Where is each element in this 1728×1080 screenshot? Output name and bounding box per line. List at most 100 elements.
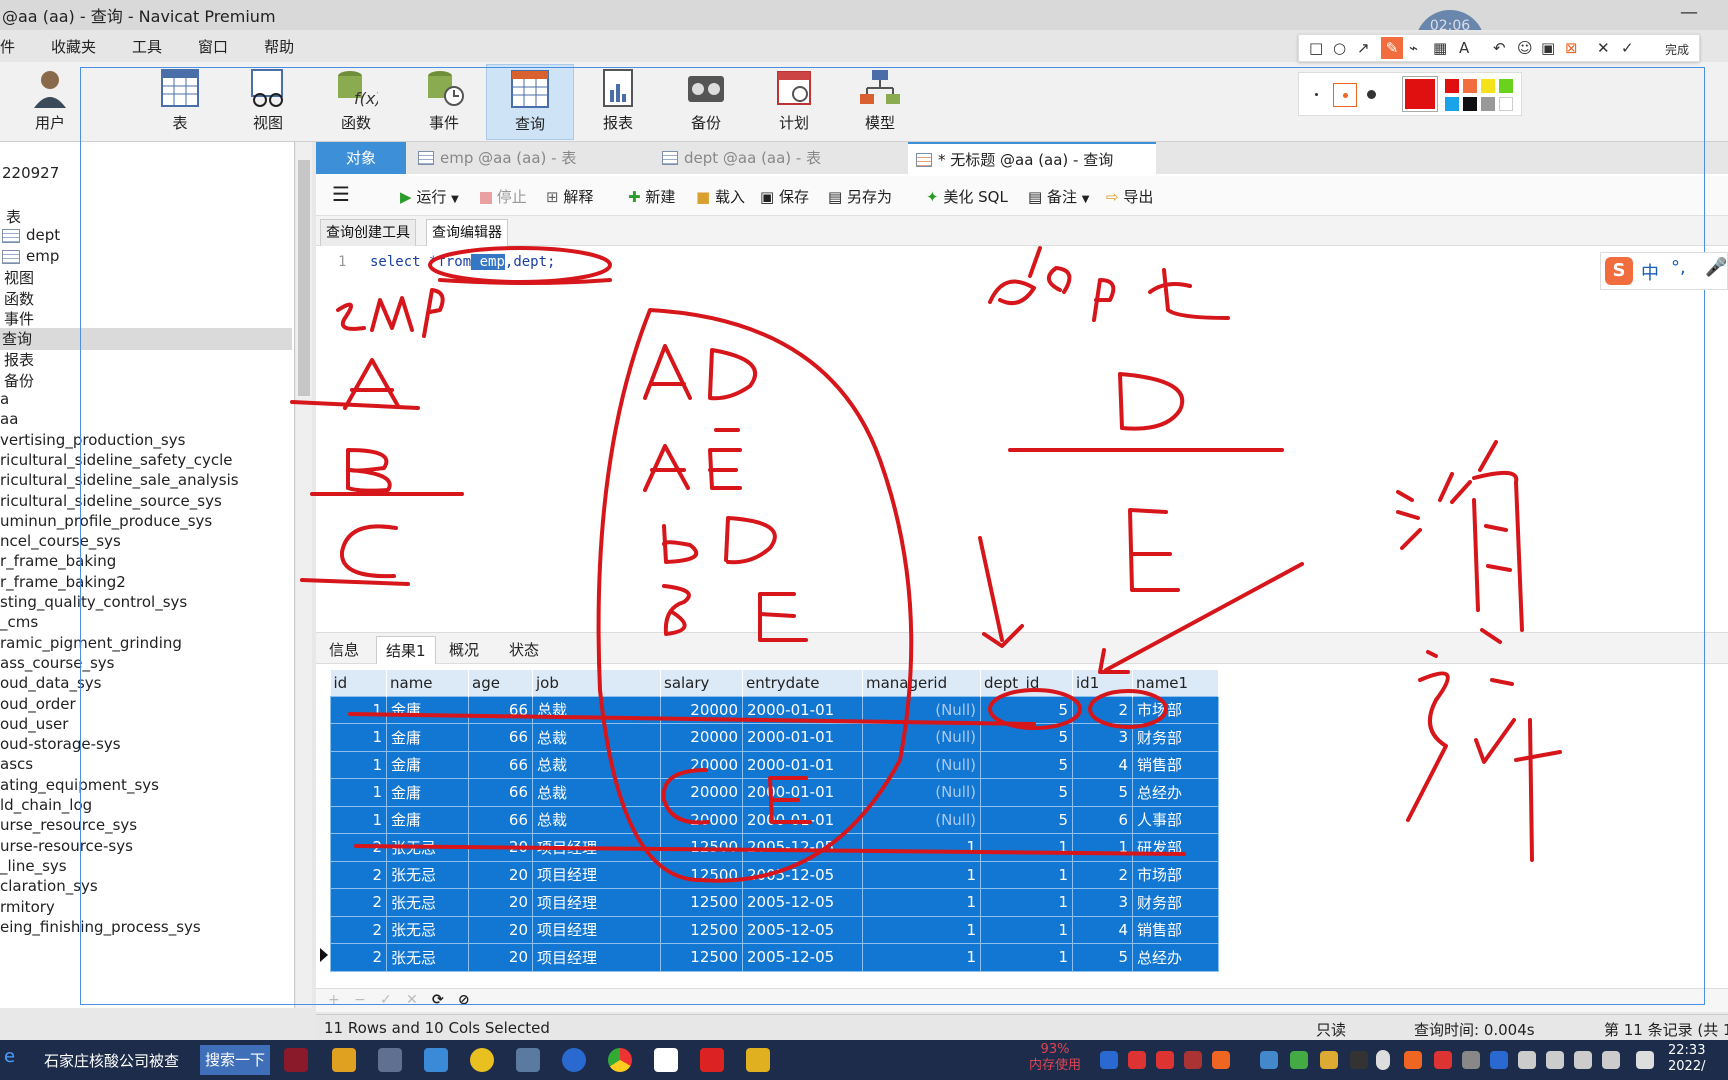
cell-job[interactable]: 总裁 [532, 805, 661, 834]
tray-icon[interactable] [1546, 1051, 1564, 1069]
cell-name[interactable]: 金庸 [386, 723, 469, 752]
table-row[interactable]: 2 张无忌 20 项目经理 12500 2005-12-05 1 1 4 销售部 [330, 915, 1219, 944]
cell-dept-id[interactable]: 5 [980, 778, 1073, 807]
cell-id[interactable]: 2 [330, 888, 387, 917]
cell-id1[interactable]: 2 [1072, 860, 1133, 889]
tree-database-item[interactable]: oud_data_sys [0, 674, 102, 696]
tool-report[interactable]: 报表 [574, 64, 662, 140]
start-edge-icon[interactable]: e [4, 1046, 15, 1067]
cell-name1[interactable]: 销售部 [1132, 915, 1219, 944]
cell-age[interactable]: 20 [468, 943, 533, 972]
color-red[interactable] [1445, 79, 1459, 93]
cell-salary[interactable]: 12500 [660, 943, 743, 972]
taskbar-search-button[interactable]: 搜索一下 [200, 1045, 270, 1075]
cell-entrydate[interactable]: 2005-12-05 [742, 915, 863, 944]
refresh-button[interactable]: ⟳ [432, 992, 444, 1008]
connection-name[interactable]: 220927 [2, 164, 59, 186]
sql-code[interactable]: select *from emp,dept; [370, 254, 555, 270]
app-icon[interactable] [332, 1048, 356, 1072]
cell-name1[interactable]: 研发部 [1132, 833, 1219, 862]
cell-age[interactable]: 20 [468, 888, 533, 917]
cell-id1[interactable]: 5 [1072, 943, 1133, 972]
tree-database-item[interactable]: vertising_production_sys [0, 431, 185, 453]
app-icon[interactable] [470, 1048, 494, 1072]
file-explorer-icon[interactable] [424, 1048, 448, 1072]
tree-reports[interactable]: 报表 [4, 349, 34, 371]
new-button[interactable]: ✚ 新建 [628, 186, 675, 207]
cell-job[interactable]: 项目经理 [532, 915, 661, 944]
sogou-logo-icon[interactable]: S [1605, 257, 1633, 285]
cell-age[interactable]: 66 [468, 750, 533, 779]
discard-button[interactable]: ✕ [406, 992, 418, 1008]
arrow-tool-icon[interactable]: ↗ [1357, 39, 1370, 57]
table-row[interactable]: 1 金庸 66 总裁 20000 2000-01-01 (Null) 5 3 财务部 [330, 723, 1219, 752]
tray-icon[interactable] [1320, 1051, 1338, 1069]
col-dept-id[interactable]: dept_id [980, 670, 1073, 696]
tree-scroll-thumb[interactable] [298, 160, 310, 396]
tree-database-item[interactable]: uminun_profile_produce_sys [0, 512, 212, 534]
table-row[interactable]: 1 金庸 66 总裁 20000 2000-01-01 (Null) 5 5 总经办 [330, 778, 1219, 807]
col-age[interactable]: age [468, 670, 533, 696]
beautify-sql-button[interactable]: ✦ 美化 SQL [926, 186, 1008, 207]
tree-events[interactable]: 事件 [4, 308, 34, 330]
cell-job[interactable]: 总裁 [532, 695, 661, 724]
tree-queries[interactable]: 查询 [0, 328, 292, 350]
table-row[interactable]: 2 张无忌 20 项目经理 12500 2005-12-05 1 1 2 市场部 [330, 860, 1219, 889]
tree-database-item[interactable]: aa [0, 410, 18, 432]
tool-model[interactable]: 模型 [836, 64, 924, 140]
tab-info[interactable]: 信息 [320, 636, 368, 664]
tool-query[interactable]: 查询 [486, 64, 574, 140]
cell-id[interactable]: 1 [330, 723, 387, 752]
cell-managerid[interactable]: (Null) [862, 723, 981, 752]
stop-refresh-button[interactable]: ⊘ [458, 992, 470, 1008]
cell-entrydate[interactable]: 2000-01-01 [742, 695, 863, 724]
color-yellow[interactable] [1481, 79, 1495, 93]
menu-tools[interactable]: 工具 [132, 36, 162, 57]
mosaic-tool-icon[interactable]: ▦ [1433, 39, 1447, 57]
cell-id[interactable]: 1 [330, 778, 387, 807]
tree-database-item[interactable]: claration_sys [0, 877, 98, 899]
color-white[interactable] [1499, 97, 1513, 111]
menu-help[interactable]: 帮助 [264, 36, 294, 57]
cell-name[interactable]: 金庸 [386, 805, 469, 834]
tree-database-item[interactable]: oud_user [0, 715, 68, 737]
cell-id1[interactable]: 3 [1072, 888, 1133, 917]
cell-id[interactable]: 2 [330, 943, 387, 972]
tree-database-item[interactable]: ass_course_sys [0, 654, 114, 676]
cell-dept-id[interactable]: 1 [980, 833, 1073, 862]
app-icon[interactable] [746, 1048, 770, 1072]
user-button[interactable]: 用户 [6, 64, 94, 140]
cell-job[interactable]: 总裁 [532, 750, 661, 779]
cell-age[interactable]: 66 [468, 778, 533, 807]
tray-icon[interactable] [1100, 1051, 1118, 1069]
tab-query-builder[interactable]: 查询创建工具 [320, 219, 416, 246]
chrome-icon[interactable] [608, 1048, 632, 1072]
app-icon[interactable] [516, 1048, 540, 1072]
save-button[interactable]: ▣ 保存 [760, 186, 809, 207]
cell-job[interactable]: 总裁 [532, 778, 661, 807]
table-row[interactable]: 2 张无忌 20 项目经理 12500 2005-12-05 1 1 3 财务部 [330, 888, 1219, 917]
cell-dept-id[interactable]: 1 [980, 915, 1073, 944]
cell-name1[interactable]: 市场部 [1132, 695, 1219, 724]
save-as-button[interactable]: ▤ 另存为 [828, 186, 892, 207]
cell-age[interactable]: 66 [468, 695, 533, 724]
cell-id1[interactable]: 4 [1072, 915, 1133, 944]
check-icon[interactable]: ✓ [1621, 39, 1634, 57]
save-icon[interactable]: ▣ [1541, 39, 1555, 57]
col-job[interactable]: job [532, 670, 661, 696]
cell-dept-id[interactable]: 5 [980, 750, 1073, 779]
cell-name1[interactable]: 财务部 [1132, 888, 1219, 917]
table-row[interactable]: 2 张无忌 20 项目经理 12500 2005-12-05 1 1 1 研发部 [330, 833, 1219, 862]
cell-name1[interactable]: 人事部 [1132, 805, 1219, 834]
tool-schedule[interactable]: 计划 [750, 64, 838, 140]
tray-icon[interactable] [1490, 1051, 1508, 1069]
menu-icon[interactable]: ☰ [332, 182, 350, 206]
table-row[interactable]: 1 金庸 66 总裁 20000 2000-01-01 (Null) 5 4 销售部 [330, 750, 1219, 779]
tab-query-editor[interactable]: 查询编辑器 [426, 219, 508, 246]
tray-icon[interactable] [1290, 1051, 1308, 1069]
tray-icon[interactable] [1260, 1051, 1278, 1069]
color-orange[interactable] [1463, 79, 1477, 93]
finish-button[interactable]: 完成 [1665, 41, 1689, 58]
color-black[interactable] [1463, 97, 1477, 111]
menu-file[interactable]: 件 [0, 36, 15, 57]
